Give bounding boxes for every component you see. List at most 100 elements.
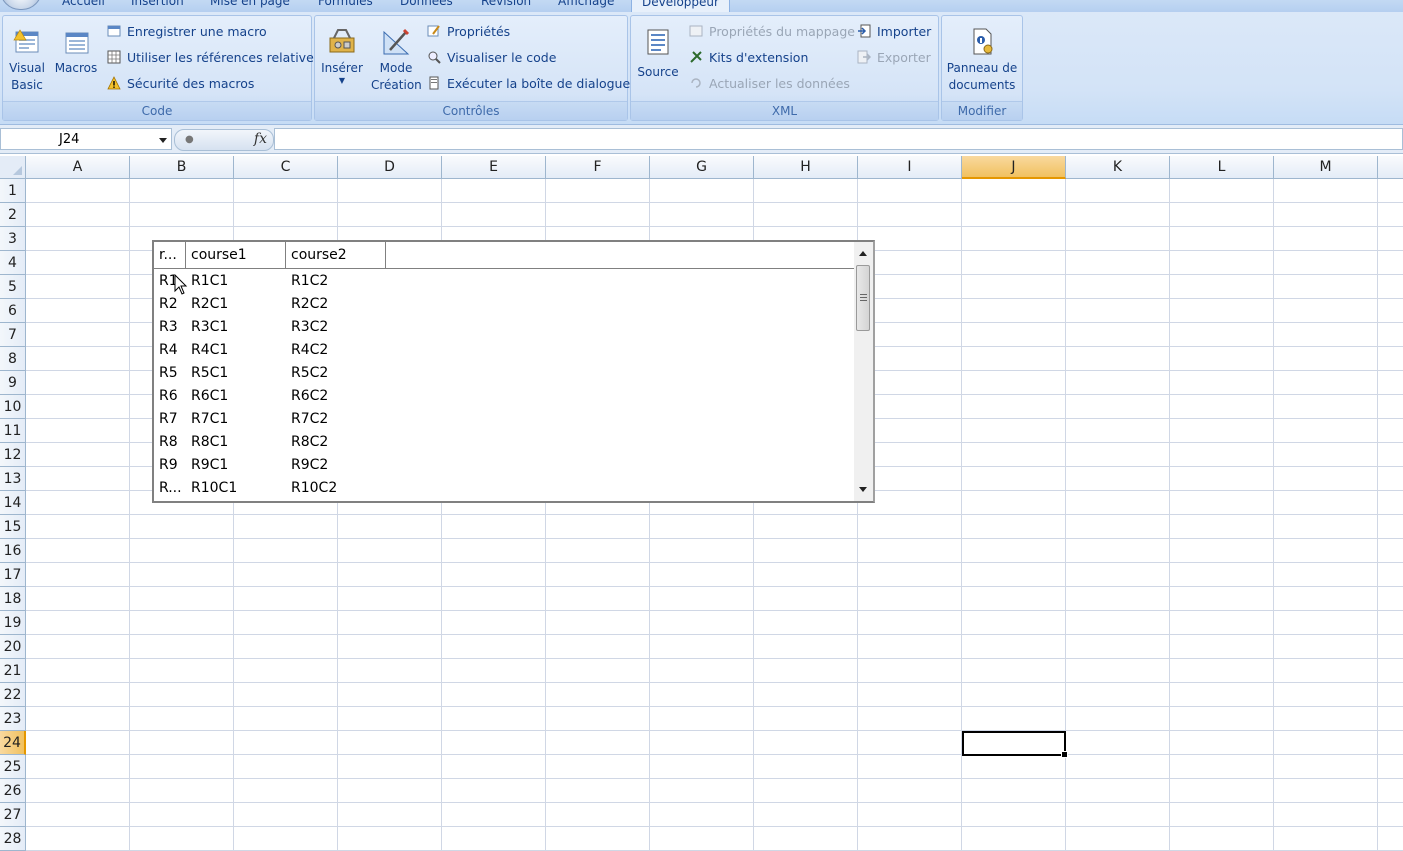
row-header-27[interactable]: 27 (0, 803, 26, 827)
row-header-18[interactable]: 18 (0, 587, 26, 611)
relative-references-button[interactable]: Utiliser les références relatives (107, 48, 320, 68)
listbox-row[interactable]: R3 R3C1 R3C2 (154, 316, 854, 339)
document-panel-button[interactable]: Panneau de documents (944, 26, 1020, 94)
row-header-20[interactable]: 20 (0, 635, 26, 659)
listbox-row[interactable]: R8 R8C1 R8C2 (154, 431, 854, 454)
view-code-button[interactable]: Visualiser le code (427, 48, 556, 68)
row-header-7[interactable]: 7 (0, 323, 26, 347)
listbox-cell: R9C1 (191, 457, 229, 473)
formula-input[interactable] (274, 128, 1403, 150)
column-header-h[interactable]: H (754, 156, 858, 179)
listbox-row[interactable]: R5 R5C1 R5C2 (154, 362, 854, 385)
row-header-22[interactable]: 22 (0, 683, 26, 707)
listbox-row[interactable]: R2 R2C1 R2C2 (154, 293, 854, 316)
listbox-cell: R4C1 (191, 342, 229, 358)
row-header-21[interactable]: 21 (0, 659, 26, 683)
scroll-down-arrow-icon[interactable] (859, 487, 867, 492)
listbox-row[interactable]: R7 R7C1 R7C2 (154, 408, 854, 431)
row-header-4[interactable]: 4 (0, 251, 26, 275)
row-header-19[interactable]: 19 (0, 611, 26, 635)
select-all-button[interactable] (0, 156, 26, 179)
macro-security-button[interactable]: Sécurité des macros (107, 74, 254, 94)
export-button[interactable]: Exporter (857, 48, 931, 68)
column-header-f[interactable]: F (546, 156, 650, 179)
column-header-c[interactable]: C (234, 156, 338, 179)
row-header-15[interactable]: 15 (0, 515, 26, 539)
row-header-28[interactable]: 28 (0, 827, 26, 851)
row-header-11[interactable]: 11 (0, 419, 26, 443)
import-button[interactable]: Importer (857, 22, 931, 42)
name-box[interactable]: J24 (0, 128, 172, 150)
name-box-dropdown-icon[interactable] (159, 138, 167, 143)
row-header-5[interactable]: 5 (0, 275, 26, 299)
map-properties-icon (689, 25, 703, 37)
row-header-9[interactable]: 9 (0, 371, 26, 395)
listbox-cell: R9 (159, 457, 178, 473)
column-header-m[interactable]: M (1274, 156, 1378, 179)
tab-revision[interactable]: Révision (481, 0, 531, 8)
expansion-packs-button[interactable]: Kits d'extension (689, 48, 808, 68)
listbox-row[interactable]: R1 R1C1 R1C2 (154, 270, 854, 293)
active-cell-j24[interactable] (962, 731, 1068, 758)
column-header-g[interactable]: G (650, 156, 754, 179)
visual-basic-button[interactable]: Visual Basic (5, 26, 49, 94)
insert-function-button[interactable]: fx (254, 131, 267, 147)
tab-accueil[interactable]: Accueil (62, 0, 105, 8)
listbox-row[interactable]: R9 R9C1 R9C2 (154, 454, 854, 477)
import-icon (858, 24, 871, 38)
listbox-row[interactable]: R6 R6C1 R6C2 (154, 385, 854, 408)
column-header-b[interactable]: B (130, 156, 234, 179)
row-header-26[interactable]: 26 (0, 779, 26, 803)
row-header-14[interactable]: 14 (0, 491, 26, 515)
row-header-12[interactable]: 12 (0, 443, 26, 467)
column-header-e[interactable]: E (442, 156, 546, 179)
formula-bar-resize-icon[interactable]: ● (185, 134, 194, 145)
listbox-cell: R1C2 (291, 273, 329, 289)
listbox-row[interactable]: R4 R4C1 R4C2 (154, 339, 854, 362)
run-dialog-button[interactable]: Exécuter la boîte de dialogue (427, 74, 630, 94)
office-button[interactable] (0, 0, 42, 10)
tab-affichage[interactable]: Affichage (558, 0, 614, 8)
listbox-cell: R10C2 (291, 480, 338, 496)
row-header-13[interactable]: 13 (0, 467, 26, 491)
column-header-l[interactable]: L (1170, 156, 1274, 179)
row-header-3[interactable]: 3 (0, 227, 26, 251)
tab-donnees[interactable]: Données (400, 0, 453, 8)
row-header-2[interactable]: 2 (0, 203, 26, 227)
row-header-10[interactable]: 10 (0, 395, 26, 419)
listbox-vertical-scrollbar[interactable] (854, 242, 873, 501)
row-header-16[interactable]: 16 (0, 539, 26, 563)
tab-mise-en-page[interactable]: Mise en page (210, 0, 290, 8)
record-macro-icon (107, 25, 121, 37)
row-header-17[interactable]: 17 (0, 563, 26, 587)
column-header-i[interactable]: I (858, 156, 962, 179)
tab-insertion[interactable]: Insertion (131, 0, 184, 8)
design-mode-button[interactable]: Mode Création (371, 26, 422, 94)
column-header-k[interactable]: K (1066, 156, 1170, 179)
row-header-23[interactable]: 23 (0, 707, 26, 731)
map-properties-button[interactable]: Propriétés du mappage (689, 22, 855, 42)
listbox-row[interactable]: R... R10C1 R10C2 (154, 477, 854, 500)
column-header-a[interactable]: A (26, 156, 130, 179)
scroll-up-arrow-icon[interactable] (859, 251, 867, 256)
row-header-25[interactable]: 25 (0, 755, 26, 779)
row-header-1[interactable]: 1 (0, 179, 26, 203)
row-header-8[interactable]: 8 (0, 347, 26, 371)
properties-button[interactable]: Propriétés (427, 22, 510, 42)
row-header-24[interactable]: 24 (0, 731, 26, 755)
refresh-data-button[interactable]: Actualiser les données (689, 74, 850, 94)
tab-developpeur[interactable]: Développeur (631, 0, 730, 12)
listbox-control[interactable]: r... course1 course2 R1 R1C1 R1C2 R2 R2C1 R2C… (152, 240, 875, 503)
insert-control-button[interactable]: Insérer ▼ (319, 26, 365, 85)
insert-control-label: Insérer (321, 61, 363, 75)
xml-source-button[interactable]: Source (635, 26, 681, 81)
listbox-cell: R3C2 (291, 319, 329, 335)
row-header-6[interactable]: 6 (0, 299, 26, 323)
scrollbar-thumb[interactable] (856, 265, 870, 331)
column-header-d[interactable]: D (338, 156, 442, 179)
tab-formules[interactable]: Formules (318, 0, 373, 8)
macros-button[interactable]: Macros (51, 26, 101, 77)
macro-security-label: Sécurité des macros (127, 76, 255, 91)
record-macro-button[interactable]: Enregistrer une macro (107, 22, 267, 42)
column-header-j[interactable]: J (962, 156, 1066, 179)
